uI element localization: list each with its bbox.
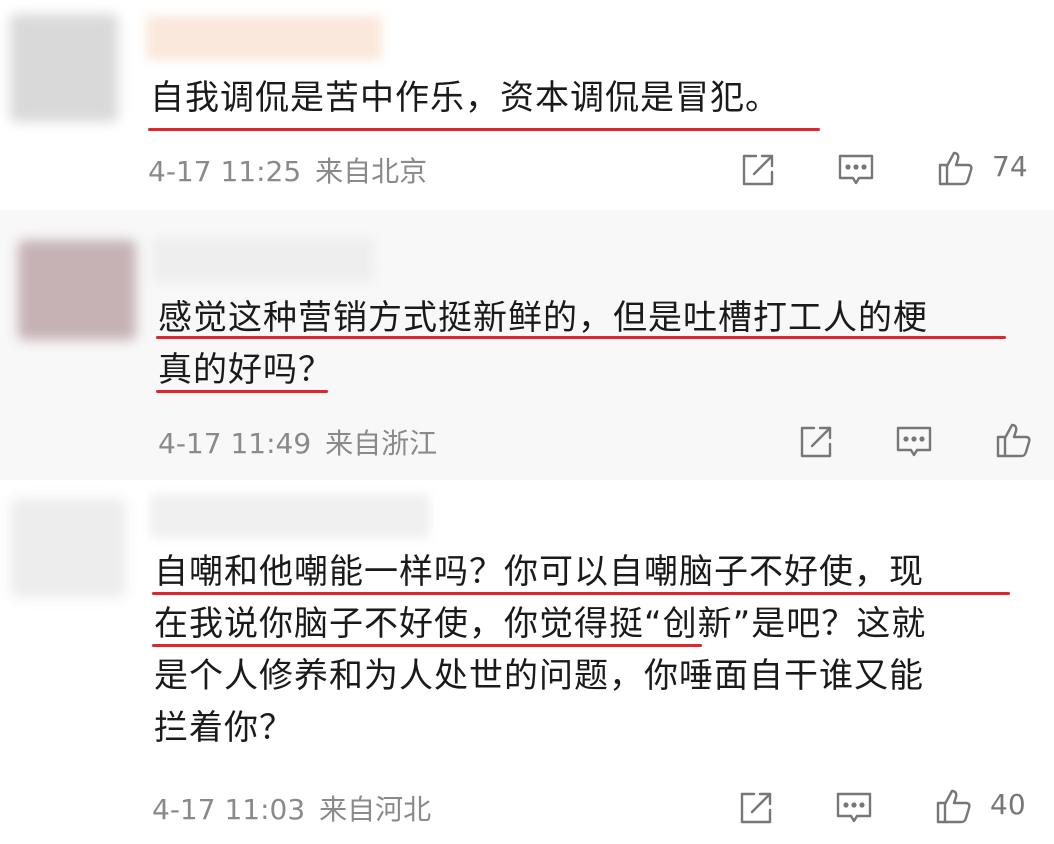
share-icon[interactable]: [736, 788, 776, 828]
red-underline: [156, 390, 328, 393]
like-icon[interactable]: [936, 148, 976, 188]
avatar[interactable]: [18, 240, 136, 340]
comment-date: 4-17 11:03: [152, 793, 306, 826]
comment-line: 自我调侃是苦中作乐，资本调侃是冒犯。: [150, 78, 780, 118]
red-underline: [148, 128, 820, 131]
comment-line: 在我说你脑子不好使，你觉得挺“创新”是吧？这就: [154, 604, 927, 644]
comment-meta: 4-17 11:25 来自北京: [148, 150, 427, 190]
avatar[interactable]: [10, 14, 118, 122]
comment-date: 4-17 11:49: [158, 427, 312, 460]
like-count: 74: [992, 150, 1028, 183]
comment-icon[interactable]: [836, 150, 876, 190]
like-count: 40: [990, 788, 1026, 821]
avatar[interactable]: [10, 498, 126, 598]
comment-3: 自嘲和他嘲能一样吗？你可以自嘲脑子不好使，现 在我说你脑子不好使，你觉得挺“创新…: [0, 480, 1054, 844]
comment-line: 真的好吗？: [158, 350, 333, 390]
comment-2: 感觉这种营销方式挺新鲜的，但是吐槽打工人的梗 真的好吗？ 4-17 11:49 来…: [0, 210, 1054, 480]
comment-icon[interactable]: [894, 422, 934, 462]
comment-icon[interactable]: [834, 788, 874, 828]
username-blurred[interactable]: [150, 494, 430, 538]
comment-location: 来自河北: [319, 793, 432, 826]
share-icon[interactable]: [738, 150, 778, 190]
comment-text: 感觉这种营销方式挺新鲜的，但是吐槽打工人的梗 真的好吗？: [158, 292, 928, 396]
comment-line: 拦着你？: [154, 708, 294, 748]
like-icon[interactable]: [934, 786, 974, 826]
comment-date: 4-17 11:25: [148, 155, 302, 188]
comment-location: 来自浙江: [325, 427, 438, 460]
comment-location: 来自北京: [315, 155, 428, 188]
red-underline: [152, 644, 702, 647]
red-underline: [156, 336, 1006, 339]
like-icon[interactable]: [994, 420, 1034, 460]
red-underline: [152, 592, 1010, 595]
username-blurred[interactable]: [152, 238, 374, 282]
comment-meta: 4-17 11:49 来自浙江: [158, 422, 437, 462]
comment-meta: 4-17 11:03 来自河北: [152, 788, 431, 828]
username-blurred[interactable]: [146, 16, 382, 60]
comment-text: 自我调侃是苦中作乐，资本调侃是冒犯。: [150, 72, 780, 124]
comment-1: 自我调侃是苦中作乐，资本调侃是冒犯。 4-17 11:25 来自北京 74: [0, 0, 1054, 210]
comment-line: 是个人修养和为人处世的问题，你唾面自干谁又能: [154, 656, 924, 696]
comment-text: 自嘲和他嘲能一样吗？你可以自嘲脑子不好使，现 在我说你脑子不好使，你觉得挺“创新…: [154, 546, 926, 754]
comment-line: 自嘲和他嘲能一样吗？你可以自嘲脑子不好使，现: [154, 552, 924, 592]
share-icon[interactable]: [796, 422, 836, 462]
